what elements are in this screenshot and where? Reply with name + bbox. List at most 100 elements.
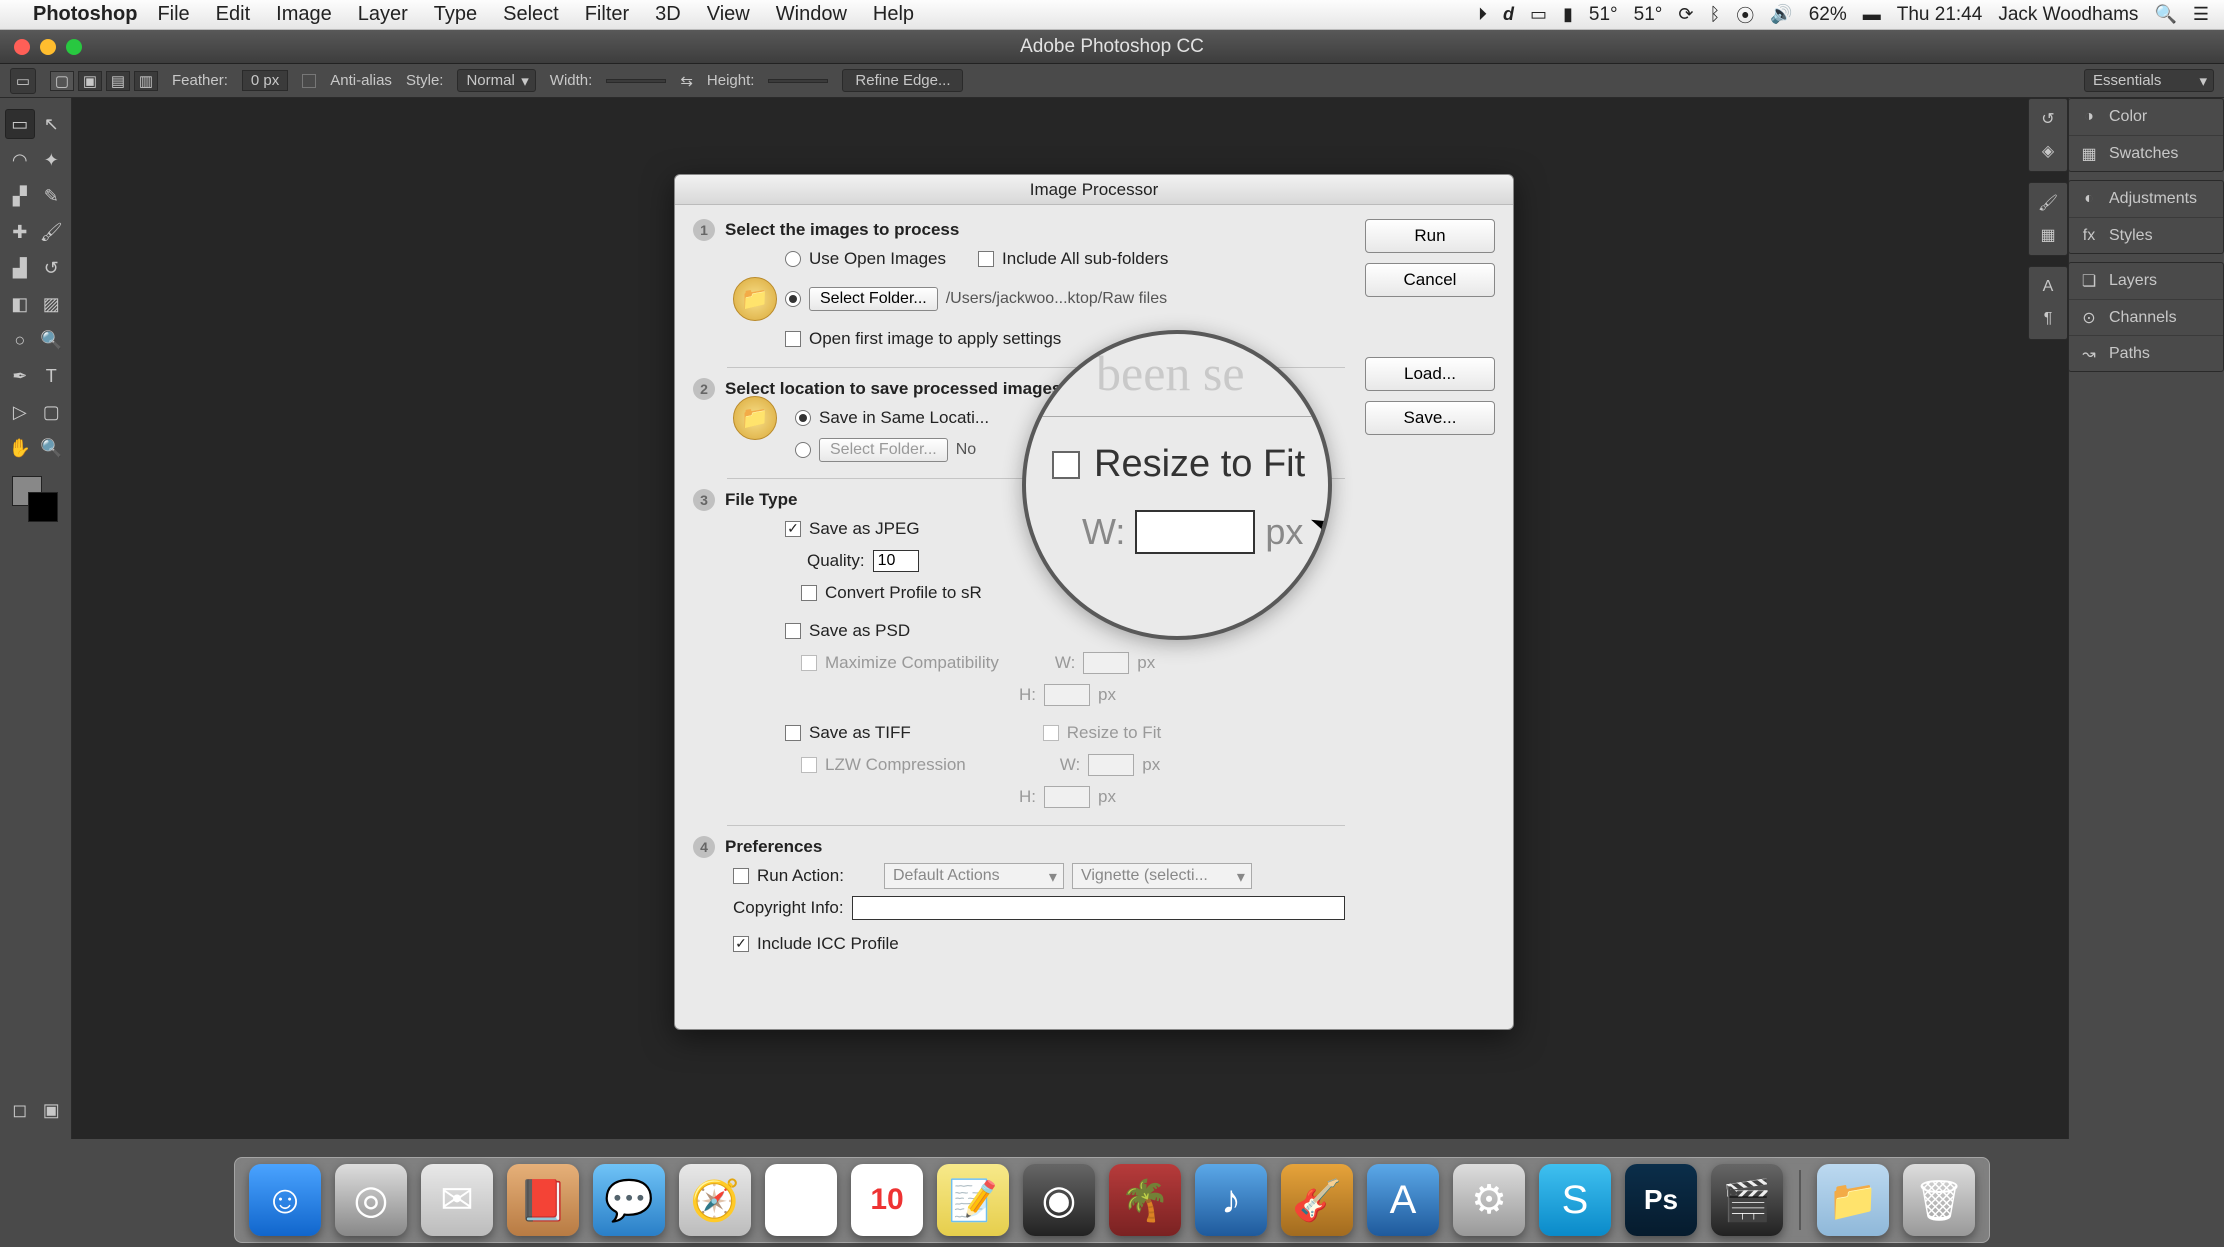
- menu-help[interactable]: Help: [873, 3, 914, 26]
- dock-messages[interactable]: 💬: [593, 1164, 665, 1236]
- path-select-tool[interactable]: ▷: [5, 397, 35, 427]
- swap-wh-icon[interactable]: ⇆: [680, 72, 693, 90]
- dock-safari[interactable]: 🧭: [679, 1164, 751, 1236]
- refine-edge-button[interactable]: Refine Edge...: [842, 69, 963, 92]
- shape-tool[interactable]: ▢: [36, 397, 66, 427]
- selmode-subtract[interactable]: ▤: [106, 71, 130, 91]
- dock-launchpad[interactable]: ◎: [335, 1164, 407, 1236]
- lasso-tool[interactable]: ◠: [5, 145, 35, 175]
- dock-chrome[interactable]: ◉: [765, 1164, 837, 1236]
- screenshare-icon[interactable]: ⏵: [1478, 4, 1487, 25]
- dock-appstore[interactable]: A: [1367, 1164, 1439, 1236]
- quality-input[interactable]: [873, 550, 919, 572]
- include-icc-checkbox[interactable]: [733, 936, 749, 952]
- close-window-button[interactable]: [14, 39, 30, 55]
- dock-imovie[interactable]: 🎬: [1711, 1164, 1783, 1236]
- dock-photobooth[interactable]: ◉: [1023, 1164, 1095, 1236]
- menu-file[interactable]: File: [157, 3, 189, 26]
- dock-photoshop[interactable]: Ps: [1625, 1164, 1697, 1236]
- user-name[interactable]: Jack Woodhams: [1998, 4, 2138, 26]
- battery-icon[interactable]: ▬: [1863, 4, 1881, 25]
- dock-iphoto[interactable]: 🌴: [1109, 1164, 1181, 1236]
- use-open-images-radio[interactable]: [785, 251, 801, 267]
- save-button[interactable]: Save...: [1365, 401, 1495, 435]
- action-set-select[interactable]: Default Actions: [884, 863, 1064, 889]
- zoom-tool[interactable]: 🔍: [36, 433, 66, 463]
- dock-mail[interactable]: ✉: [421, 1164, 493, 1236]
- properties-icon[interactable]: ◈: [2029, 135, 2067, 167]
- pen-tool[interactable]: ✒: [5, 361, 35, 391]
- display-icon[interactable]: ▭: [1530, 4, 1547, 25]
- save-psd-checkbox[interactable]: [785, 623, 801, 639]
- panel-color[interactable]: ◑Color: [2069, 99, 2223, 135]
- dock-garageband[interactable]: 🎸: [1281, 1164, 1353, 1236]
- wifi-icon[interactable]: ⦿: [1736, 2, 1754, 28]
- magnifier-w-input[interactable]: [1135, 510, 1255, 554]
- run-button[interactable]: Run: [1365, 219, 1495, 253]
- convert-srgb-checkbox[interactable]: [801, 585, 817, 601]
- copyright-input[interactable]: [852, 896, 1345, 920]
- panel-channels[interactable]: ⊙Channels: [2069, 299, 2223, 335]
- select-source-folder-button[interactable]: Select Folder...: [809, 287, 938, 311]
- dock-skype[interactable]: S: [1539, 1164, 1611, 1236]
- screenmode-icon[interactable]: ▣: [36, 1095, 66, 1125]
- character-icon[interactable]: A: [2029, 271, 2067, 303]
- spotlight-icon[interactable]: 🔍: [2154, 4, 2176, 25]
- menu-view[interactable]: View: [707, 3, 750, 26]
- panel-swatches[interactable]: ▦Swatches: [2069, 135, 2223, 171]
- menu-select[interactable]: Select: [503, 3, 559, 26]
- load-button[interactable]: Load...: [1365, 357, 1495, 391]
- bluetooth-icon[interactable]: ᛒ: [1709, 4, 1720, 25]
- select-folder-radio[interactable]: [785, 291, 801, 307]
- minimize-window-button[interactable]: [40, 39, 56, 55]
- brush-settings-icon[interactable]: 🖌: [2029, 187, 2067, 219]
- dodge-tool[interactable]: 🔍: [36, 325, 66, 355]
- menu-layer[interactable]: Layer: [358, 3, 408, 26]
- history-icon[interactable]: ↺: [2029, 103, 2067, 135]
- sync-icon[interactable]: ⟳: [1678, 4, 1693, 25]
- magic-wand-tool[interactable]: ✦: [36, 145, 66, 175]
- magnifier-resize-checkbox[interactable]: [1052, 451, 1080, 479]
- zoom-window-button[interactable]: [66, 39, 82, 55]
- dest-select-folder-radio[interactable]: [795, 442, 811, 458]
- d-icon[interactable]: d: [1503, 4, 1514, 25]
- save-same-location-radio[interactable]: [795, 410, 811, 426]
- panel-layers[interactable]: ❏Layers: [2069, 263, 2223, 299]
- brush-tool[interactable]: 🖌: [36, 217, 66, 247]
- action-select[interactable]: Vignette (selecti...: [1072, 863, 1252, 889]
- run-action-checkbox[interactable]: [733, 868, 749, 884]
- background-color[interactable]: [28, 492, 58, 522]
- eyedropper-tool[interactable]: ✎: [36, 181, 66, 211]
- menu-3d[interactable]: 3D: [655, 3, 681, 26]
- menu-type[interactable]: Type: [434, 3, 477, 26]
- selmode-add[interactable]: ▣: [78, 71, 102, 91]
- eraser-tool[interactable]: ◧: [5, 289, 35, 319]
- width-value[interactable]: [606, 79, 666, 83]
- style-select[interactable]: Normal: [457, 69, 535, 92]
- notification-icon[interactable]: ☰: [2193, 4, 2209, 25]
- menu-window[interactable]: Window: [776, 3, 847, 26]
- selmode-new[interactable]: ▢: [50, 71, 74, 91]
- healing-tool[interactable]: ✚: [5, 217, 35, 247]
- paragraph-icon[interactable]: ¶: [2029, 303, 2067, 335]
- stamp-tool[interactable]: ▟: [5, 253, 35, 283]
- dock-notes[interactable]: 📝: [937, 1164, 1009, 1236]
- save-jpeg-checkbox[interactable]: [785, 521, 801, 537]
- battery-menu-icon[interactable]: ▮: [1563, 4, 1573, 25]
- selection-mode-segment[interactable]: ▢ ▣ ▤ ▥: [50, 71, 158, 91]
- panel-adjustments[interactable]: ◐Adjustments: [2069, 181, 2223, 217]
- include-subfolders-checkbox[interactable]: [978, 251, 994, 267]
- menu-edit[interactable]: Edit: [216, 3, 250, 26]
- panel-paths[interactable]: ↝Paths: [2069, 335, 2223, 371]
- color-swatches[interactable]: [4, 476, 67, 526]
- clock[interactable]: Thu 21:44: [1897, 4, 1983, 26]
- dock-calendar[interactable]: 10: [851, 1164, 923, 1236]
- brushes-icon[interactable]: ▦: [2029, 219, 2067, 251]
- history-brush-tool[interactable]: ↺: [36, 253, 66, 283]
- marquee-tool[interactable]: ▭: [5, 109, 35, 139]
- dock-sysprefs[interactable]: ⚙: [1453, 1164, 1525, 1236]
- cancel-button[interactable]: Cancel: [1365, 263, 1495, 297]
- menu-image[interactable]: Image: [276, 3, 332, 26]
- move-tool[interactable]: ↖: [36, 109, 66, 139]
- quickmask-icon[interactable]: ◻: [5, 1095, 35, 1125]
